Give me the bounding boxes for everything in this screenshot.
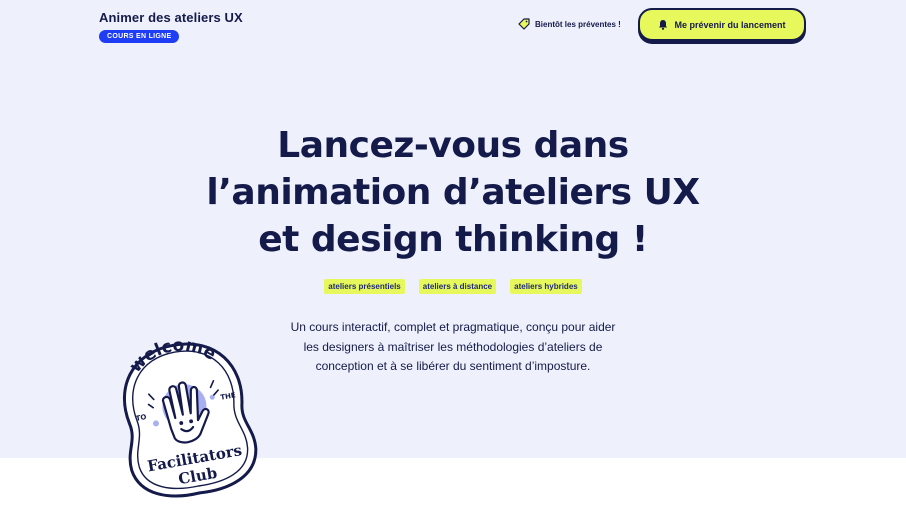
tag-hybrid: ateliers hybrides xyxy=(510,279,582,294)
notify-launch-button[interactable]: Me prévenir du lancement xyxy=(638,8,806,41)
welcome-sticker: welcome TO THE Facilitators Club xyxy=(112,328,262,502)
tag-remote: ateliers à distance xyxy=(418,279,497,294)
notify-launch-label: Me prévenir du lancement xyxy=(674,19,786,30)
bell-icon xyxy=(659,20,668,30)
welcome-sticker-graphic: welcome TO THE Facilitators Club xyxy=(123,328,258,498)
presale-notice: Bientôt les préventes ! xyxy=(518,18,621,30)
brand-title[interactable]: Animer des ateliers UX xyxy=(99,10,243,25)
format-tags: ateliers présentiels ateliers à distance… xyxy=(0,279,906,294)
presale-text: Bientôt les préventes ! xyxy=(535,19,621,29)
hero-title-line: et design thinking ! xyxy=(258,219,648,260)
hero-title-line: Lancez-vous dans xyxy=(277,125,629,166)
intro-line: Un cours interactif, complet et pragmati… xyxy=(290,320,616,334)
price-tag-icon xyxy=(518,18,530,30)
course-type-badge: COURS EN LIGNE xyxy=(99,30,180,43)
hero-title-line: l’animation d’ateliers UX xyxy=(206,172,700,213)
tag-in-person: ateliers présentiels xyxy=(324,279,405,294)
hero-title: Lancez-vous dans l’animation d’ateliers … xyxy=(0,122,906,263)
brand[interactable]: Animer des ateliers UX COURS EN LIGNE xyxy=(99,10,243,43)
